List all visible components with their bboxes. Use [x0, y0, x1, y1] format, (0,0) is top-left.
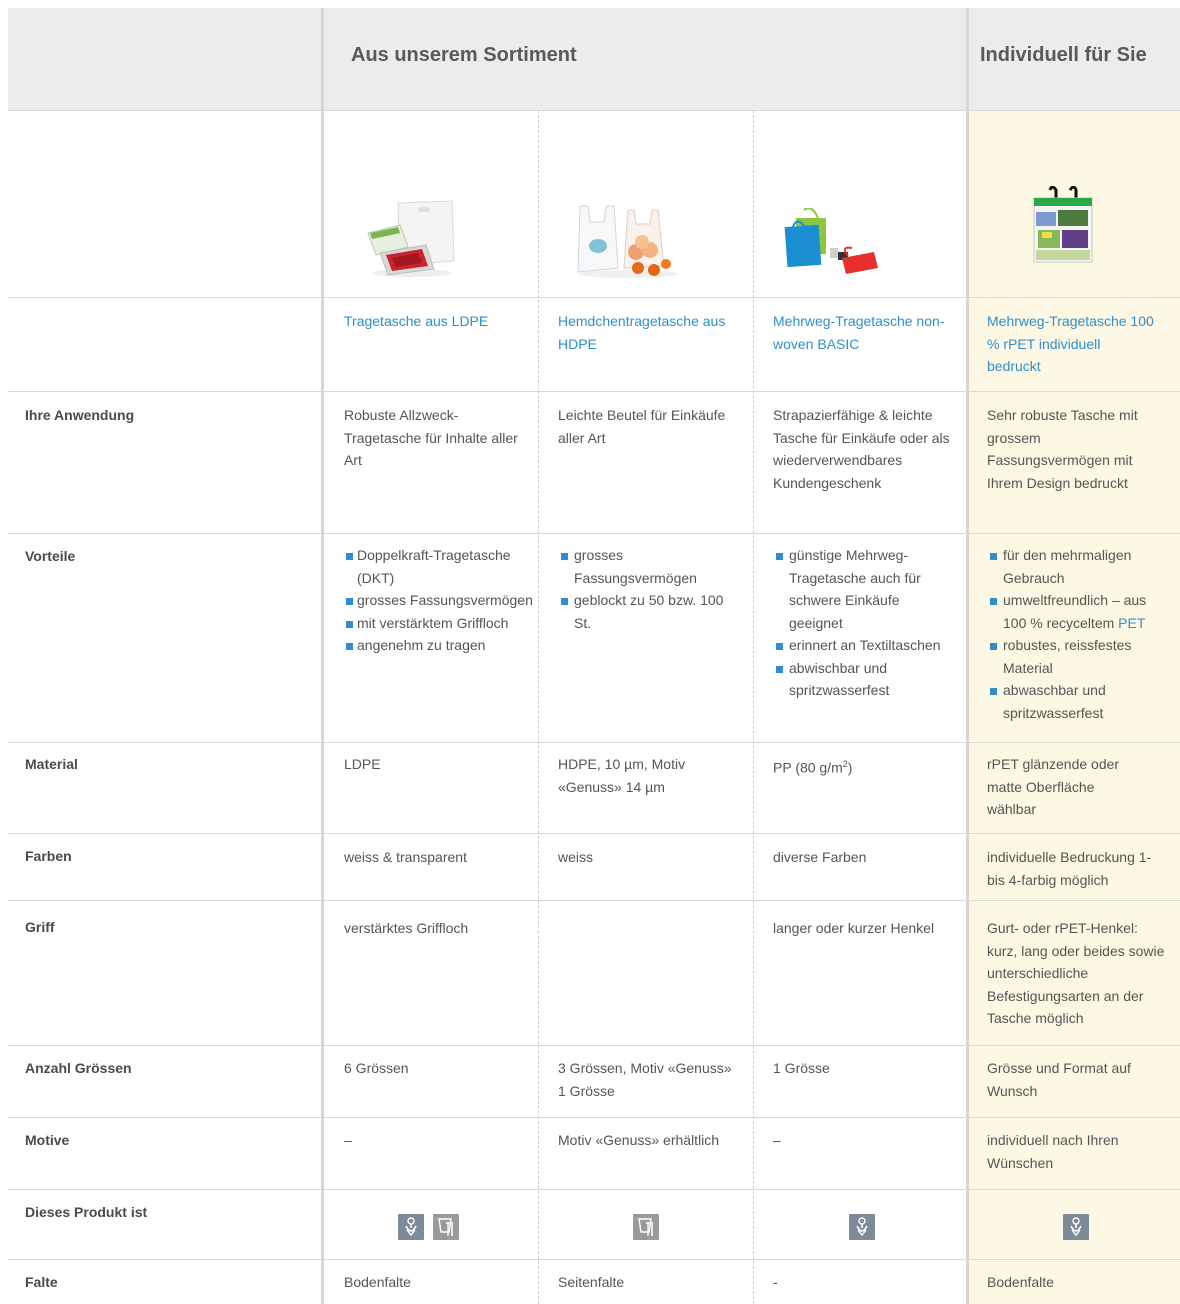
row-label-motive: Motive: [25, 1132, 70, 1148]
column-divider: [966, 8, 969, 1304]
falte-rpet: Bodenfalte: [987, 1274, 1054, 1290]
row-divider: [8, 1259, 1180, 1260]
farben-hdpe: weiss: [558, 849, 594, 865]
column-divider: [321, 8, 324, 1304]
rpet-printed-bag-image[interactable]: [1030, 185, 1096, 266]
list-item: robustes, reissfestes Material: [988, 634, 1168, 679]
anwendung-nonwoven: Strapazierfähige & leichte Tasche für Ei…: [773, 407, 950, 491]
list-item: grosses Fassungsvermögen: [559, 544, 743, 589]
falte-ldpe: Bodenfalte: [344, 1274, 411, 1290]
material-hdpe: HDPE, 10 µm, Motiv «Genuss» 14 µm: [558, 756, 686, 795]
comparison-table: Aus unserem Sortiment Individuell für Si…: [0, 0, 1180, 1304]
list-item: günstige Mehrweg-Tragetasche auch für sc…: [774, 544, 942, 634]
motive-nonwoven: –: [773, 1132, 781, 1148]
row-divider: [8, 900, 1180, 901]
material-nonwoven: PP (80 g/m2): [773, 753, 953, 779]
groessen-nonwoven: 1 Grösse: [773, 1060, 830, 1076]
groessen-rpet: Grösse und Format auf Wunsch: [987, 1060, 1131, 1099]
motive-rpet: individuell nach Ihren Wünschen: [987, 1132, 1119, 1171]
column-divider: [538, 110, 539, 1304]
griff-nonwoven: langer oder kurzer Henkel: [773, 920, 935, 936]
material-ldpe: LDPE: [344, 756, 381, 772]
row-label-produkt: Dieses Produkt ist: [25, 1204, 148, 1220]
closing-paren: ): [847, 759, 853, 776]
row-label-vorteile: Vorteile: [25, 548, 76, 564]
row-divider: [8, 391, 1180, 392]
vorteile-nonwoven: günstige Mehrweg-Tragetasche auch für sc…: [774, 544, 942, 702]
row-label-griff: Griff: [25, 919, 55, 935]
falte-hdpe: Seitenfalte: [558, 1274, 625, 1290]
header-empty-cell: [8, 8, 322, 110]
material-rpet: rPET glänzende oder matte Oberfläche wäh…: [987, 756, 1120, 817]
individuell-heading: Individuell für Sie: [980, 44, 1147, 66]
row-divider: [8, 1189, 1180, 1190]
row-divider: [8, 742, 1180, 743]
anwendung-ldpe: Robuste Allzweck-Tragetasche für Inhalte…: [344, 407, 518, 468]
list-item: abwaschbar und spritzwasserfest: [988, 679, 1168, 724]
falte-nonwoven: -: [773, 1274, 778, 1290]
row-divider: [8, 1045, 1180, 1046]
product-name-hdpe[interactable]: Hemdchentragetasche aus HDPE: [558, 310, 738, 355]
anwendung-hdpe: Leichte Beutel für Einkäufe aller Art: [558, 407, 726, 446]
row-divider: [8, 833, 1180, 834]
vorteile-ldpe: Doppelkraft-Tragetasche (DKT) grosses Fa…: [346, 544, 536, 657]
list-item: erinnert an Textiltaschen: [774, 634, 942, 657]
list-item: mit verstärktem Griffloch: [346, 612, 536, 635]
groessen-hdpe: 3 Grössen, Motiv «Genuss» 1 Grösse: [558, 1060, 732, 1099]
vorteile-hdpe: grosses Fassungsvermögen geblockt zu 50 …: [559, 544, 743, 634]
vorteile-rpet: für den mehrmaligen Gebrauch umweltfreun…: [988, 544, 1168, 724]
list-item: für den mehrmaligen Gebrauch: [988, 544, 1168, 589]
row-divider: [8, 110, 1180, 111]
farben-rpet: individuelle Bedruckung 1- bis 4-farbig …: [987, 849, 1152, 888]
product-name-rpet[interactable]: Mehrweg-Tragetasche 100 % rPET individue…: [987, 310, 1157, 378]
list-item: angenehm zu tragen: [346, 634, 536, 657]
row-label-material: Material: [25, 756, 78, 772]
anwendung-rpet: Sehr robuste Tasche mit grossem Fassungs…: [987, 407, 1138, 491]
row-label-farben: Farben: [25, 848, 72, 864]
row-divider: [8, 533, 1180, 534]
list-item: umweltfreundlich – aus 100 % recyceltem …: [988, 589, 1168, 634]
recyclable-icon: [398, 1214, 424, 1240]
row-label-anwendung: Ihre Anwendung: [25, 407, 135, 423]
motive-hdpe: Motiv «Genuss» erhältlich: [558, 1132, 720, 1148]
row-divider: [8, 297, 1180, 298]
motive-ldpe: –: [344, 1132, 352, 1148]
nonwoven-bag-image[interactable]: [782, 207, 880, 280]
row-divider: [8, 1117, 1180, 1118]
list-item: geblockt zu 50 bzw. 100 St.: [559, 589, 743, 634]
column-divider: [753, 110, 754, 1304]
list-item: grosses Fassungsvermögen: [346, 589, 536, 612]
farben-ldpe: weiss & transparent: [344, 849, 467, 865]
product-name-nonwoven[interactable]: Mehrweg-Tragetasche non-woven BASIC: [773, 310, 953, 355]
recyclable-icon: [849, 1214, 875, 1240]
food-safe-icon: [633, 1214, 659, 1240]
row-label-falte: Falte: [25, 1274, 58, 1290]
material-nonwoven-text: PP (80 g/m: [773, 759, 843, 776]
ldpe-bag-image[interactable]: [360, 195, 460, 280]
farben-nonwoven: diverse Farben: [773, 849, 867, 865]
list-item: Doppelkraft-Tragetasche (DKT): [346, 544, 536, 589]
hdpe-shirt-bag-image[interactable]: [570, 202, 685, 280]
sortiment-heading: Aus unserem Sortiment: [351, 44, 577, 66]
product-name-ldpe[interactable]: Tragetasche aus LDPE: [344, 310, 530, 333]
griff-rpet: Gurt- oder rPET-Henkel: kurz, lang oder …: [987, 920, 1165, 1026]
pet-link[interactable]: PET: [1118, 615, 1145, 631]
row-label-groessen: Anzahl Grössen: [25, 1060, 132, 1076]
recyclable-icon: [1063, 1214, 1089, 1240]
list-item: abwischbar und spritzwasserfest: [774, 657, 942, 702]
griff-ldpe: verstärktes Griffloch: [344, 920, 469, 936]
groessen-ldpe: 6 Grössen: [344, 1060, 409, 1076]
food-safe-icon: [433, 1214, 459, 1240]
